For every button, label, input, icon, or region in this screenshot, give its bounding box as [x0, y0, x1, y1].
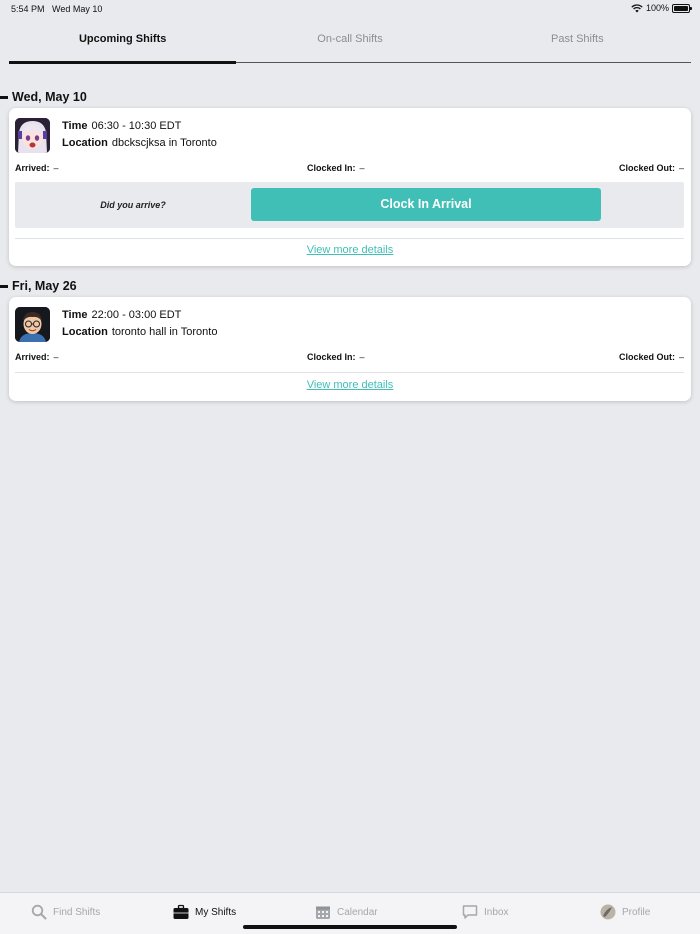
view-more-details-link[interactable]: View more details — [9, 244, 691, 256]
tabbar-label: My Shifts — [195, 906, 237, 918]
tabbar-label: Find Shifts — [53, 906, 101, 918]
tabbar-label: Calendar — [337, 906, 378, 918]
time-label: Time — [62, 120, 88, 132]
shift-location: Location dbckscjksa in Toronto — [62, 137, 217, 149]
date-header: Wed, May 10 — [0, 90, 87, 104]
time-label: Time — [62, 309, 88, 321]
chat-icon — [462, 905, 478, 919]
bottom-tab-bar: Find Shifts My Shifts Calendar Inbox Pro… — [0, 892, 700, 934]
location-value: dbckscjksa in Toronto — [111, 137, 217, 149]
card-divider — [15, 372, 684, 373]
briefcase-icon — [173, 904, 189, 919]
calendar-icon — [316, 906, 330, 919]
clocked-out-status: Clocked Out: – — [618, 163, 684, 173]
tabbar-label: Inbox — [484, 906, 509, 918]
shift-tabs: Upcoming Shifts On-call Shifts Past Shif… — [9, 18, 691, 64]
arrival-question: Did you arrive? — [100, 200, 166, 210]
arrived-status: Arrived: – — [15, 352, 59, 362]
tabbar-find-shifts[interactable]: Find Shifts — [31, 904, 100, 920]
app-screen: 5:54 PM Wed May 10 100% Upcoming Shifts … — [0, 0, 700, 934]
cartoon-avatar-icon — [15, 307, 50, 342]
view-more-details-link[interactable]: View more details — [9, 379, 691, 391]
location-label: Location — [62, 326, 108, 338]
date-header: Fri, May 26 — [0, 279, 77, 293]
status-bar: 5:54 PM Wed May 10 100% — [0, 0, 700, 18]
tabbar-label: Profile — [622, 906, 651, 918]
location-label: Location — [62, 137, 108, 149]
anime-avatar-icon — [15, 118, 50, 153]
shift-location: Location toronto hall in Toronto — [62, 326, 217, 338]
clocked-in-status: Clocked In: – — [307, 352, 365, 362]
tabbar-calendar[interactable]: Calendar — [315, 904, 378, 920]
search-icon — [31, 904, 47, 920]
wifi-icon — [631, 3, 643, 12]
time-value: 22:00 - 03:00 EDT — [91, 309, 182, 321]
arrival-prompt: Did you arrive? Clock In Arrival — [15, 182, 684, 228]
home-indicator — [243, 925, 457, 929]
tabbar-my-shifts[interactable]: My Shifts — [173, 904, 236, 920]
clocked-in-status: Clocked In: – — [307, 163, 365, 173]
tabbar-inbox[interactable]: Inbox — [462, 904, 508, 920]
status-indicators: 100% — [631, 3, 692, 13]
shift-card: Time 06:30 - 10:30 EDT Location dbckscjksa… — [9, 108, 691, 266]
date-header-label: Wed, May 10 — [12, 90, 87, 104]
tab-past-shifts[interactable]: Past Shifts — [464, 18, 691, 62]
status-date: Wed May 10 — [52, 4, 103, 14]
shift-time: Time 22:00 - 03:00 EDT — [62, 309, 181, 321]
battery-percent: 100% — [645, 3, 669, 13]
profile-avatar-icon — [600, 904, 616, 920]
tab-on-call-shifts[interactable]: On-call Shifts — [236, 18, 463, 62]
clock-in-arrival-button[interactable]: Clock In Arrival — [251, 188, 601, 221]
tabbar-profile[interactable]: Profile — [600, 904, 650, 920]
arrived-status: Arrived: – — [15, 163, 59, 173]
card-divider — [15, 238, 684, 239]
shift-time: Time 06:30 - 10:30 EDT — [62, 120, 181, 132]
tab-upcoming-shifts[interactable]: Upcoming Shifts — [9, 18, 237, 64]
battery-icon — [672, 3, 692, 13]
date-marker — [0, 95, 8, 99]
date-header-label: Fri, May 26 — [12, 279, 77, 293]
clocked-out-status: Clocked Out: – — [618, 352, 684, 362]
status-time: 5:54 PM — [11, 4, 45, 14]
shift-card: Time 22:00 - 03:00 EDT Location toronto ha… — [9, 297, 691, 401]
date-marker — [0, 284, 8, 288]
time-value: 06:30 - 10:30 EDT — [91, 120, 182, 132]
location-value: toronto hall in Toronto — [111, 326, 218, 338]
